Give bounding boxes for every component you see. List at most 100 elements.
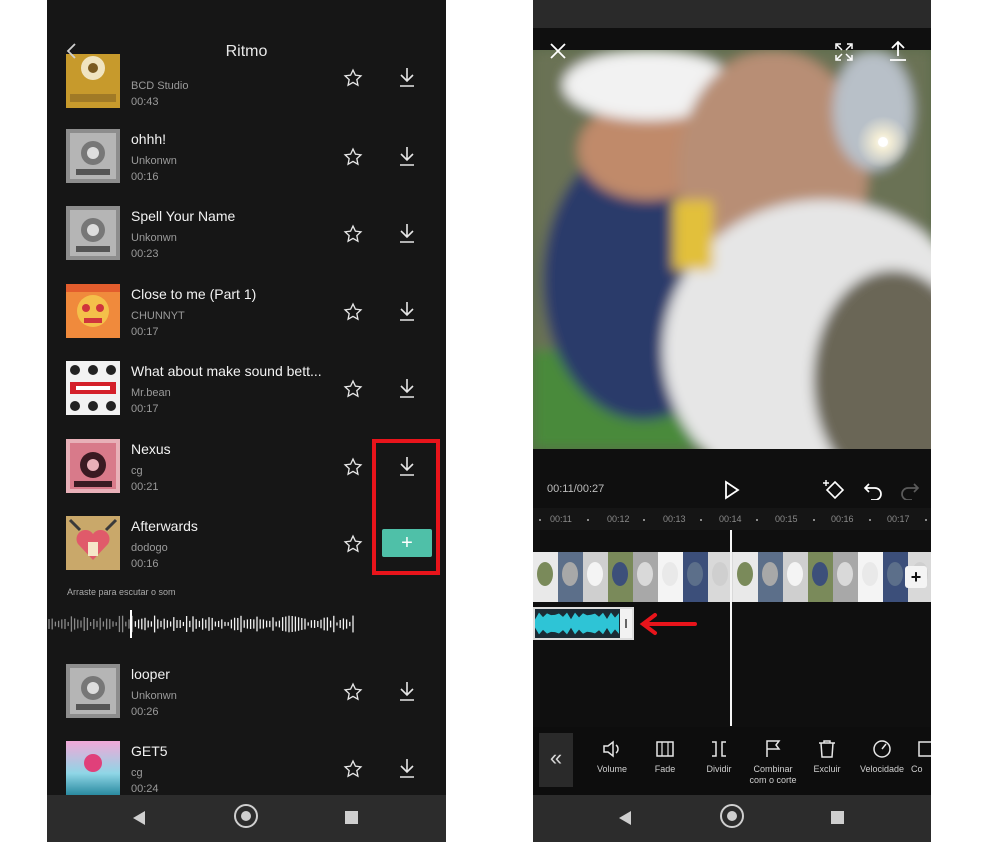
download-icon[interactable] (397, 300, 417, 322)
tool-label: Velocidade (859, 764, 905, 774)
tool-speed[interactable]: Velocidade (857, 739, 907, 775)
nav-back-icon[interactable] (133, 811, 145, 825)
fade-icon (656, 741, 674, 757)
track-artist: dodogo (131, 542, 168, 554)
tick-dot (539, 519, 541, 521)
video-clip-track[interactable] (533, 552, 931, 602)
track-item[interactable]: ohhh! Unkonwn 00:16 (47, 129, 446, 206)
nav-recent-icon[interactable] (831, 811, 844, 824)
download-icon[interactable] (397, 145, 417, 167)
nav-home-icon[interactable] (720, 804, 744, 828)
tool-label: Dividir (706, 764, 732, 774)
track-title: What about make sound bett... (131, 363, 322, 379)
tool-label: Excluir (813, 764, 841, 774)
keyframe-icon[interactable] (821, 478, 847, 502)
split-icon (712, 741, 726, 757)
favorite-star-icon[interactable] (343, 302, 363, 322)
trash-icon (819, 740, 835, 758)
track-item[interactable]: Close to me (Part 1) CHUNNYT 00:17 (47, 284, 446, 361)
tool-delete[interactable]: Excluir (802, 739, 852, 775)
track-artist: Unkonwn (131, 690, 177, 702)
tick-dot (643, 519, 645, 521)
status-bar (47, 0, 446, 30)
video-editor-screen: 00:11/00:27 00:11 00:12 00:13 00:14 00:1… (533, 0, 931, 842)
favorite-star-icon[interactable] (343, 224, 363, 244)
play-icon[interactable] (723, 480, 741, 500)
track-title: looper (131, 666, 170, 682)
playback-time: 00:11/00:27 (547, 483, 605, 495)
download-icon[interactable] (397, 757, 417, 779)
highlight-box (372, 439, 440, 575)
track-duration: 00:24 (131, 783, 159, 795)
track-title: Nexus (131, 441, 171, 457)
download-icon[interactable] (397, 377, 417, 399)
timeline-ruler[interactable]: 00:11 00:12 00:13 00:14 00:15 00:16 00:1… (533, 508, 931, 530)
tool-combine[interactable]: Combinar com o corte (748, 739, 798, 786)
tool-volume[interactable]: Volume (587, 739, 637, 775)
tool-label: Co (911, 764, 923, 774)
redo-icon[interactable] (900, 480, 920, 500)
tool-split[interactable]: Dividir (694, 739, 744, 775)
undo-icon[interactable] (863, 480, 883, 500)
system-nav-bar (533, 795, 931, 842)
system-nav-bar (47, 795, 446, 842)
track-item[interactable]: What about make sound bett... Mr.bean 00… (47, 361, 446, 438)
favorite-star-icon[interactable] (343, 534, 363, 554)
fullscreen-icon[interactable] (834, 42, 854, 62)
track-duration: 00:16 (131, 171, 159, 183)
track-duration: 00:17 (131, 403, 159, 415)
video-preview[interactable] (533, 50, 931, 449)
track-duration: 00:43 (131, 96, 159, 108)
edit-toolbar: « Volume Fade Dividir Combinar com o cor… (533, 727, 931, 795)
page-title: Ritmo (225, 43, 268, 60)
header: Ritmo (47, 30, 446, 74)
track-item[interactable]: looper Unkonwn 00:26 (47, 664, 446, 741)
audio-clip[interactable] (533, 607, 634, 640)
nav-recent-icon[interactable] (345, 811, 358, 824)
tick-dot (756, 519, 758, 521)
favorite-star-icon[interactable] (343, 147, 363, 167)
close-icon[interactable] (549, 42, 567, 60)
favorite-star-icon[interactable] (343, 68, 363, 88)
flag-icon (766, 740, 781, 757)
track-artist: BCD Studio (131, 80, 189, 92)
tool-icon (918, 741, 931, 757)
playhead[interactable] (730, 530, 732, 726)
add-clip-button[interactable]: + (905, 566, 927, 588)
track-artist: Mr.bean (131, 387, 171, 399)
album-art (66, 741, 120, 795)
download-icon[interactable] (397, 222, 417, 244)
track-artist: CHUNNYT (131, 310, 185, 322)
favorite-star-icon[interactable] (343, 759, 363, 779)
export-icon[interactable] (888, 40, 908, 62)
album-art (66, 129, 120, 183)
download-icon[interactable] (397, 680, 417, 702)
drag-hint: Arraste para escutar o som (67, 587, 176, 597)
audio-waveform[interactable] (47, 604, 367, 644)
favorite-star-icon[interactable] (343, 379, 363, 399)
tool-fade[interactable]: Fade (640, 739, 690, 775)
track-duration: 00:17 (131, 326, 159, 338)
album-art (66, 206, 120, 260)
track-artist: Unkonwn (131, 155, 177, 167)
music-library-screen: BCD Studio 00:43 Ritmo ohhh! Unkonwn 00:… (47, 0, 446, 842)
tool-more[interactable]: Co (911, 739, 931, 775)
nav-back-icon[interactable] (619, 811, 631, 825)
favorite-star-icon[interactable] (343, 457, 363, 477)
status-bar (533, 0, 931, 28)
tick-label: 00:13 (663, 514, 686, 524)
track-artist: Unkonwn (131, 232, 177, 244)
track-item[interactable]: Spell Your Name Unkonwn 00:23 (47, 206, 446, 283)
nav-home-icon[interactable] (234, 804, 258, 828)
track-title: ohhh! (131, 131, 167, 147)
favorite-star-icon[interactable] (343, 682, 363, 702)
track-title: Afterwards (131, 518, 198, 534)
tick-label: 00:16 (831, 514, 854, 524)
tick-label: 00:11 (550, 514, 572, 524)
tick-label: 00:15 (775, 514, 798, 524)
download-icon[interactable] (397, 66, 417, 88)
collapse-button[interactable]: « (539, 733, 573, 787)
tick-dot (587, 519, 589, 521)
tool-label: Combinar com o corte (749, 764, 797, 785)
tick-dot (925, 519, 927, 521)
